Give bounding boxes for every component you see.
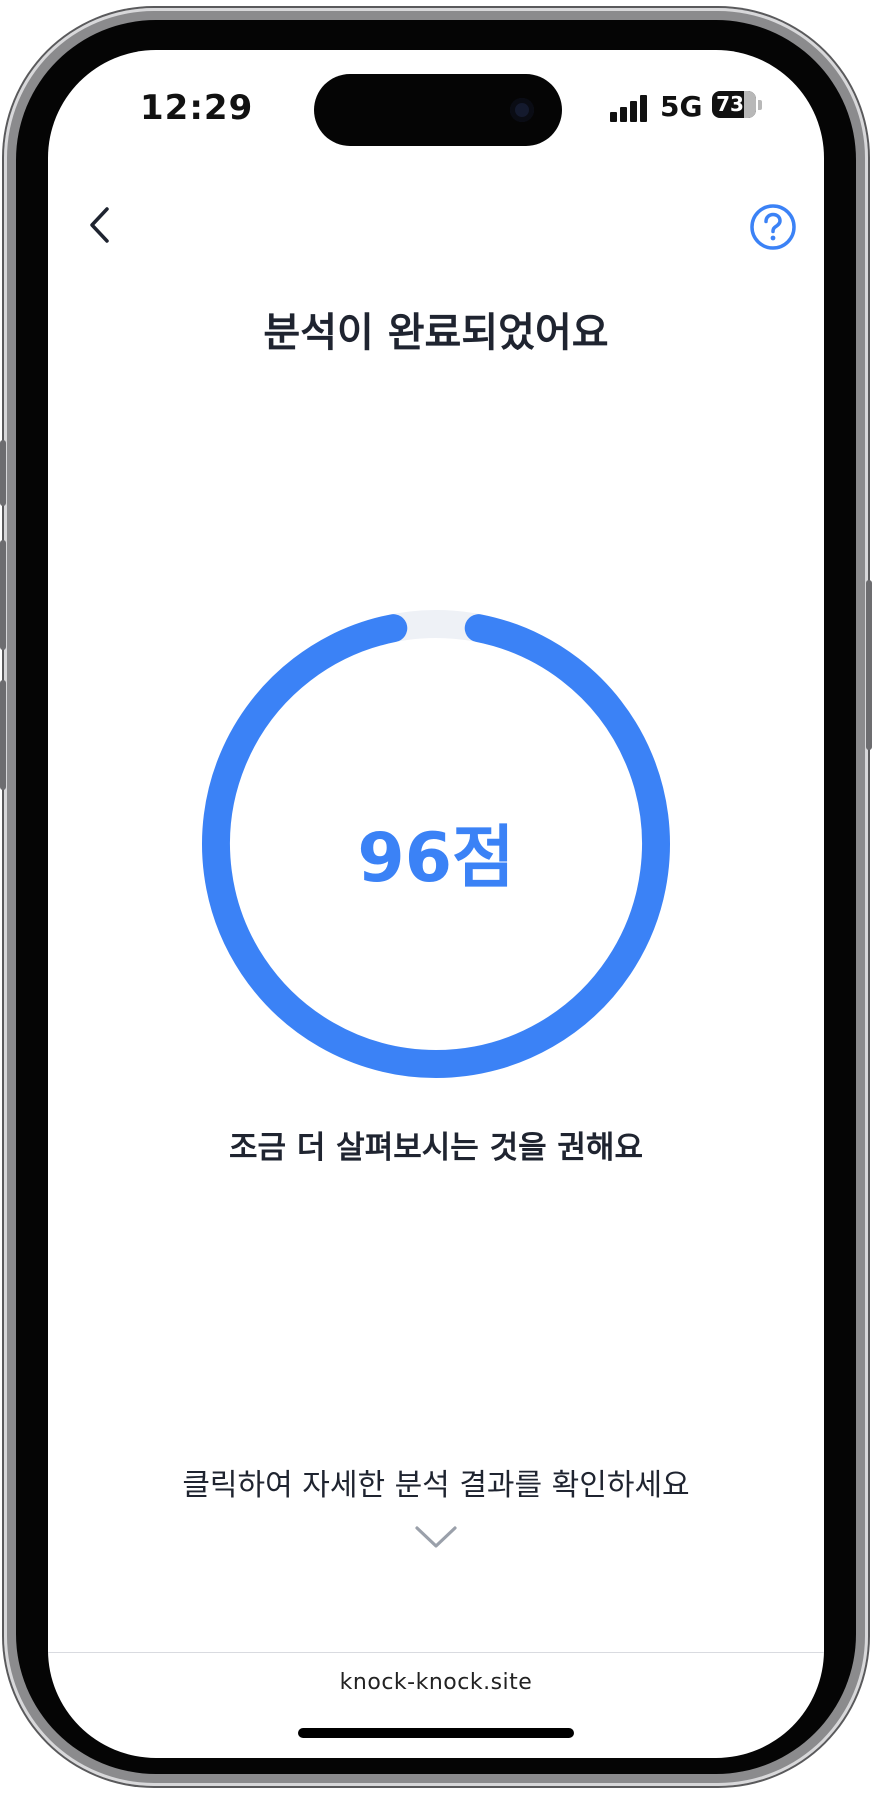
volume-down-button	[0, 680, 6, 790]
chevron-left-icon	[90, 207, 109, 243]
volume-up-button	[0, 540, 6, 650]
view-details-link[interactable]: 클릭하여 자세한 분석 결과를 확인하세요	[48, 1460, 824, 1504]
network-type: 5G	[660, 90, 703, 123]
back-button[interactable]	[74, 198, 126, 252]
front-camera-icon	[510, 98, 534, 122]
chevron-down-icon[interactable]	[413, 1522, 459, 1552]
cellular-signal-icon	[610, 94, 650, 122]
help-button[interactable]	[748, 202, 798, 252]
question-circle-icon	[750, 204, 796, 250]
page-title: 분석이 완료되었어요	[263, 310, 609, 356]
battery-icon: 73	[712, 91, 756, 118]
action-button	[0, 440, 6, 506]
power-button	[866, 580, 872, 750]
battery-nub	[758, 100, 762, 110]
recommendation-text: 조금 더 살펴보시는 것을 권해요	[229, 1130, 643, 1166]
status-time: 12:29	[140, 88, 254, 128]
site-url: knock-knock.site	[339, 1670, 533, 1695]
app-screen: 12:29 5G 73 분석이 완료되었어요 96점 조금 더 살펴보시는 것을…	[48, 50, 824, 1758]
bottom-divider	[48, 1652, 824, 1653]
dynamic-island	[314, 74, 562, 146]
battery-percent: 73	[716, 92, 744, 116]
home-indicator[interactable]	[298, 1728, 574, 1738]
score-value: 96점	[357, 819, 515, 898]
